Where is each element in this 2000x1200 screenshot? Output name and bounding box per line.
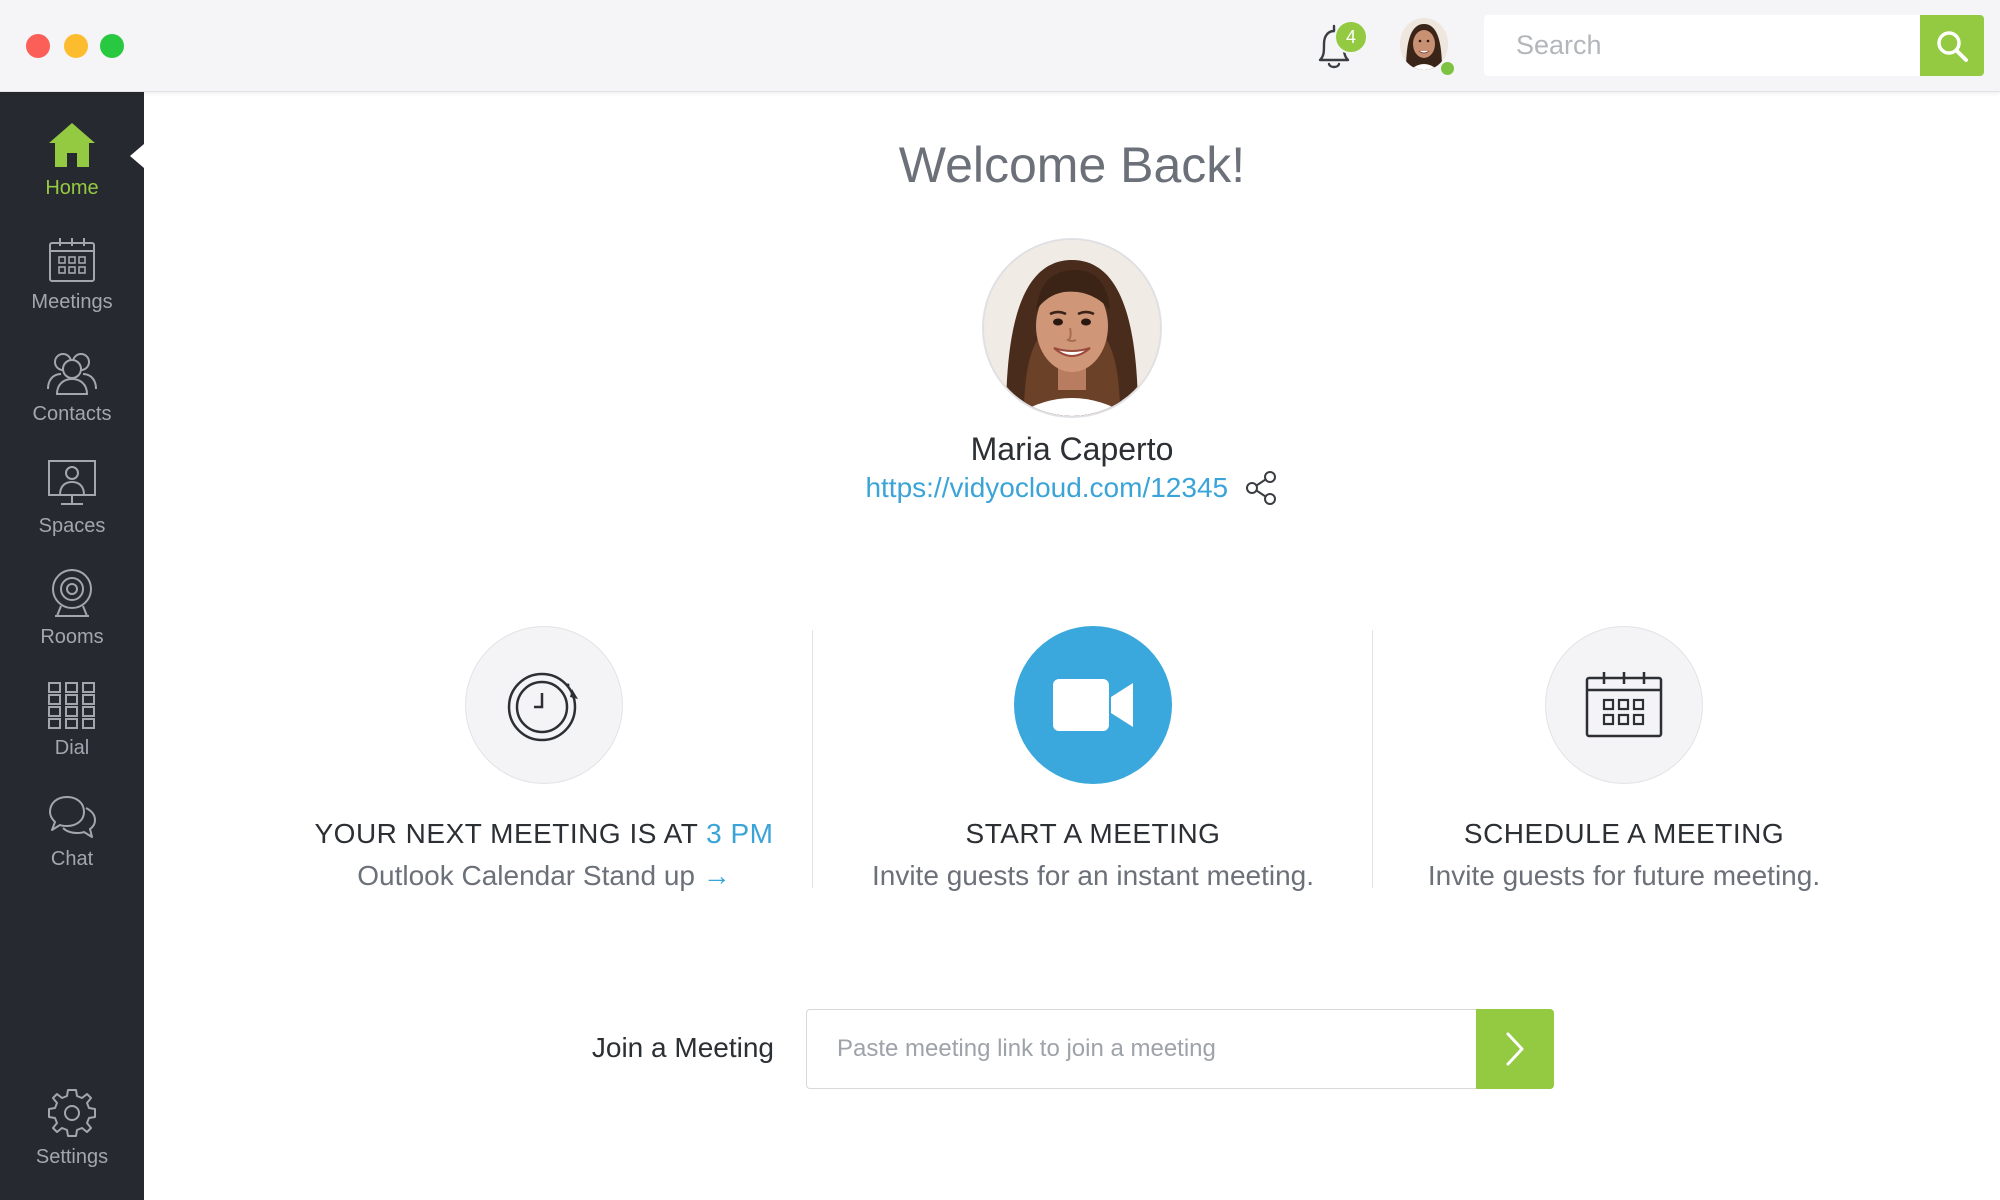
card-divider — [812, 630, 813, 888]
spaces-icon — [48, 460, 96, 505]
main-content: Welcome Back! Maria Caperto https://vidy… — [144, 92, 2000, 1200]
next-meeting-name: Outlook Calendar Stand up — [357, 860, 695, 891]
start-meeting-subtitle: Invite guests for an instant meeting. — [871, 860, 1315, 891]
sidebar-item-contacts[interactable]: Contacts — [0, 349, 144, 449]
sidebar-item-meetings[interactable]: Meetings — [0, 237, 144, 337]
page-title: Welcome Back! — [898, 137, 1246, 193]
active-nav-indicator — [130, 144, 144, 168]
sidebar-item-home[interactable]: Home — [0, 121, 144, 221]
notification-badge: 4 — [1334, 20, 1368, 54]
next-meeting-icon-circle — [465, 626, 623, 784]
sidebar: Home Meetings Contacts Spaces Rooms Dial… — [0, 91, 144, 1200]
next-meeting-title: YOUR NEXT MEETING IS AT 3 PM — [284, 818, 804, 850]
schedule-meeting-card[interactable]: SCHEDULE A MEETING Invite guests for fut… — [1364, 626, 1884, 892]
schedule-meeting-button[interactable] — [1545, 626, 1703, 784]
next-meeting-card[interactable]: YOUR NEXT MEETING IS AT 3 PM Outlook Cal… — [284, 626, 804, 892]
sidebar-item-label: Contacts — [32, 403, 112, 425]
sidebar-item-label: Home — [45, 177, 99, 199]
search-button[interactable] — [1920, 15, 1984, 76]
next-meeting-subtitle[interactable]: Outlook Calendar Stand up → — [284, 860, 804, 892]
search-icon — [1937, 30, 1968, 62]
chevron-right-icon — [1506, 1032, 1524, 1066]
start-meeting-card[interactable]: START A MEETING Invite guests for an ins… — [833, 626, 1353, 892]
sidebar-item-label: Chat — [50, 848, 94, 870]
home-icon — [49, 123, 95, 167]
maximize-window-button[interactable] — [100, 34, 124, 58]
sidebar-item-label: Dial — [54, 737, 90, 759]
profile-photo — [982, 238, 1162, 418]
app-window: 4 Home — [0, 0, 2000, 1200]
sidebar-item-rooms[interactable]: Rooms — [0, 568, 144, 668]
sidebar-item-settings[interactable]: Settings — [0, 1088, 144, 1188]
join-meeting-button[interactable] — [1476, 1009, 1554, 1089]
calendar-icon — [49, 238, 95, 282]
meeting-link-input[interactable] — [806, 1009, 1476, 1089]
next-meeting-title-text: YOUR NEXT MEETING IS AT — [314, 818, 707, 849]
title-bar: 4 — [0, 0, 2000, 92]
schedule-meeting-subtitle: Invite guests for future meeting. — [1427, 860, 1821, 891]
clock-icon — [507, 672, 578, 742]
meeting-room-link[interactable]: https://vidyocloud.com/12345 — [865, 472, 1228, 503]
start-meeting-button[interactable] — [1014, 626, 1172, 784]
sidebar-item-chat[interactable]: Chat — [0, 794, 144, 894]
chat-icon — [49, 796, 96, 838]
sidebar-item-label: Spaces — [38, 515, 106, 537]
share-icon[interactable] — [1243, 470, 1279, 506]
webcam-icon — [52, 569, 92, 617]
sidebar-item-dial[interactable]: Dial — [0, 681, 144, 781]
sidebar-item-spaces[interactable]: Spaces — [0, 459, 144, 559]
start-meeting-title: START A MEETING — [965, 818, 1221, 849]
calendar-icon — [1585, 672, 1663, 738]
profile-name: Maria Caperto — [970, 431, 1174, 467]
video-camera-icon — [1053, 679, 1133, 731]
gear-icon — [48, 1089, 96, 1137]
arrow-right-icon[interactable]: → — [703, 860, 731, 891]
schedule-meeting-title: SCHEDULE A MEETING — [1463, 818, 1785, 849]
profile-link-row: https://vidyocloud.com/12345 — [144, 470, 2000, 506]
next-meeting-time: 3 PM — [706, 818, 774, 849]
sidebar-item-label: Settings — [35, 1146, 109, 1168]
join-meeting-label: Join a Meeting — [591, 1032, 774, 1063]
close-window-button[interactable] — [26, 34, 50, 58]
dialpad-icon — [48, 682, 95, 729]
search-input[interactable] — [1484, 15, 1920, 76]
online-status-dot — [1439, 60, 1456, 77]
sidebar-item-label: Rooms — [40, 626, 104, 648]
contacts-icon — [47, 353, 97, 395]
sidebar-item-label: Meetings — [31, 291, 113, 313]
minimize-window-button[interactable] — [64, 34, 88, 58]
